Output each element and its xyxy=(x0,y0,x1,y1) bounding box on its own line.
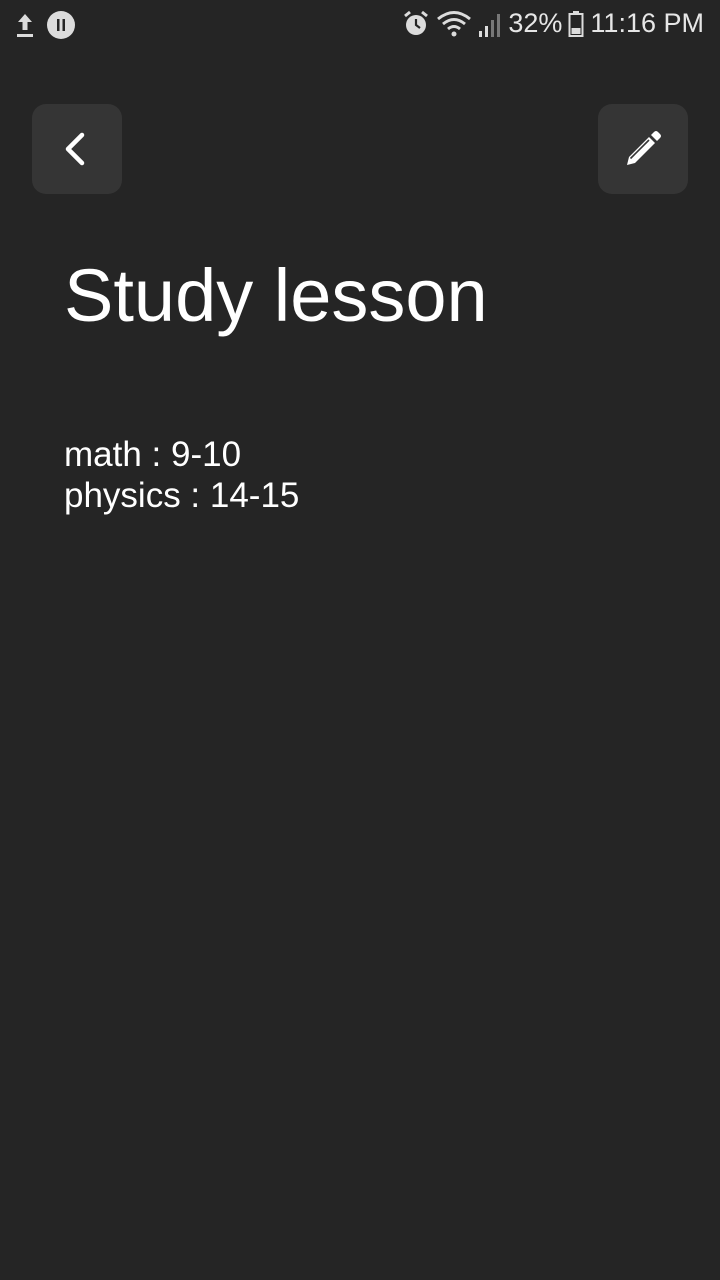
app-notification-icon xyxy=(47,11,75,39)
alarm-icon xyxy=(404,10,429,35)
edit-button[interactable] xyxy=(598,104,688,194)
note-line: math : 9-10 xyxy=(64,435,242,474)
status-bar: 32% 11:16 PM xyxy=(0,0,720,50)
chevron-left-icon xyxy=(65,132,85,166)
battery-percent: 32% xyxy=(508,8,563,38)
battery-icon xyxy=(568,10,584,37)
upload-icon xyxy=(17,14,33,37)
note-content[interactable]: math : 9-10 physics : 14-15 xyxy=(64,434,299,516)
note-title: Study lesson xyxy=(64,254,488,337)
status-bar-left xyxy=(14,10,76,40)
note-line: physics : 14-15 xyxy=(64,476,300,515)
back-button[interactable] xyxy=(32,104,122,194)
pencil-icon xyxy=(627,131,661,165)
wifi-icon xyxy=(437,10,472,36)
signal-icon xyxy=(479,13,501,37)
status-time: 11:16 PM xyxy=(590,8,704,38)
status-bar-right: 32% 11:16 PM xyxy=(402,8,704,39)
